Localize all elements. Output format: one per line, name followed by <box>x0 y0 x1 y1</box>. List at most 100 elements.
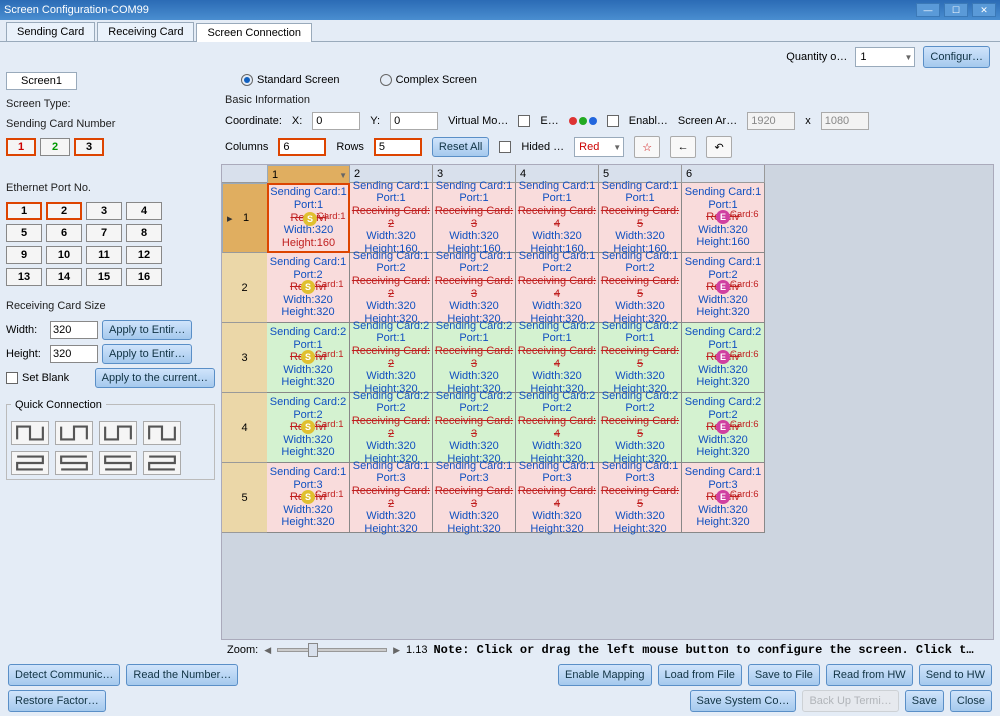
quick-connect-pattern-4[interactable] <box>143 421 181 445</box>
hided-checkbox[interactable] <box>499 141 511 153</box>
grid-cell-r1-c3[interactable]: Sending Card:1Port:1Receiving Card: 3Wid… <box>433 183 516 253</box>
grid-cell-r4-c4[interactable]: Sending Card:2Port:2Receiving Card: 4Wid… <box>516 393 599 463</box>
read-number-button[interactable]: Read the Number… <box>126 664 238 686</box>
grid-cell-r4-c2[interactable]: Sending Card:2Port:2Receiving Card: 2Wid… <box>350 393 433 463</box>
quick-connect-pattern-6[interactable] <box>55 451 93 475</box>
back-arrow-icon[interactable]: ← <box>670 136 696 158</box>
save-to-file-button[interactable]: Save to File <box>748 664 820 686</box>
grid-cell-r2-c6[interactable]: Sending Card:1Port:2ReceivWidth:320Heigh… <box>682 253 765 323</box>
tab-screen-connection[interactable]: Screen Connection <box>196 23 312 42</box>
grid-cell-r5-c4[interactable]: Sending Card:1Port:3Receiving Card: 4Wid… <box>516 463 599 533</box>
reset-all-button[interactable]: Reset All <box>432 137 489 157</box>
port-5[interactable]: 5 <box>6 224 42 242</box>
port-15[interactable]: 15 <box>86 268 122 286</box>
tab-screen1[interactable]: Screen1 <box>6 72 77 90</box>
grid-cell-r3-c5[interactable]: Sending Card:2Port:1Receiving Card: 5Wid… <box>599 323 682 393</box>
close-icon[interactable]: ✕ <box>972 3 996 17</box>
minimize-icon[interactable]: — <box>916 3 940 17</box>
quick-connect-pattern-8[interactable] <box>143 451 181 475</box>
grid-cell-r5-c6[interactable]: Sending Card:1Port:3ReceivWidth:320Heigh… <box>682 463 765 533</box>
configure-button[interactable]: Configur… <box>923 46 990 68</box>
port-11[interactable]: 11 <box>86 246 122 264</box>
grid-cell-r3-c3[interactable]: Sending Card:2Port:1Receiving Card: 3Wid… <box>433 323 516 393</box>
zoom-in-icon[interactable]: ▶ <box>393 645 400 656</box>
rows-input[interactable]: 5 <box>374 138 422 156</box>
grid-cell-r3-c2[interactable]: Sending Card:2Port:1Receiving Card: 2Wid… <box>350 323 433 393</box>
port-10[interactable]: 10 <box>46 246 82 264</box>
zoom-out-icon[interactable]: ◀ <box>264 645 271 656</box>
quick-connect-pattern-7[interactable] <box>99 451 137 475</box>
port-13[interactable]: 13 <box>6 268 42 286</box>
row-header-3[interactable]: 3 <box>222 323 267 393</box>
port-14[interactable]: 14 <box>46 268 82 286</box>
color-select[interactable]: Red <box>574 137 624 157</box>
grid-cell-r2-c1[interactable]: Sending Card:1Port:2ReceiviWidth:320Heig… <box>267 253 350 323</box>
height-input[interactable]: 320 <box>50 345 98 363</box>
port-12[interactable]: 12 <box>126 246 162 264</box>
port-8[interactable]: 8 <box>126 224 162 242</box>
sending-card-1[interactable]: 1 <box>6 138 36 156</box>
grid-cell-r2-c5[interactable]: Sending Card:1Port:2Receiving Card: 5Wid… <box>599 253 682 323</box>
virtual-e-checkbox[interactable] <box>518 115 530 127</box>
connection-grid[interactable]: ▸12345 123456 Sending Card:1Port:1Receiv… <box>221 164 994 640</box>
row-header-4[interactable]: 4 <box>222 393 267 463</box>
grid-cell-r4-c3[interactable]: Sending Card:2Port:2Receiving Card: 3Wid… <box>433 393 516 463</box>
grid-cell-r4-c6[interactable]: Sending Card:2Port:2ReceivWidth:320Heigh… <box>682 393 765 463</box>
maximize-icon[interactable]: ☐ <box>944 3 968 17</box>
port-7[interactable]: 7 <box>86 224 122 242</box>
apply-entire-button-2[interactable]: Apply to Entir… <box>102 344 192 364</box>
port-6[interactable]: 6 <box>46 224 82 242</box>
standard-screen-radio[interactable] <box>241 74 253 86</box>
port-3[interactable]: 3 <box>86 202 122 220</box>
tab-sending-card[interactable]: Sending Card <box>6 22 95 41</box>
enable-checkbox[interactable] <box>607 115 619 127</box>
width-input[interactable]: 320 <box>50 321 98 339</box>
load-from-file-button[interactable]: Load from File <box>658 664 742 686</box>
grid-cell-r3-c1[interactable]: Sending Card:2Port:1ReceiviWidth:320Heig… <box>267 323 350 393</box>
palette-icon[interactable] <box>569 117 597 125</box>
set-blank-checkbox[interactable] <box>6 372 18 384</box>
grid-cell-r2-c3[interactable]: Sending Card:1Port:2Receiving Card: 3Wid… <box>433 253 516 323</box>
zoom-slider[interactable] <box>277 648 387 652</box>
undo-icon[interactable]: ↶ <box>706 136 732 158</box>
sending-card-2[interactable]: 2 <box>40 138 70 156</box>
grid-cell-r4-c5[interactable]: Sending Card:2Port:2Receiving Card: 5Wid… <box>599 393 682 463</box>
close-button[interactable]: Close <box>950 690 992 712</box>
quick-connect-pattern-3[interactable] <box>99 421 137 445</box>
tab-receiving-card[interactable]: Receiving Card <box>97 22 194 41</box>
apply-current-button[interactable]: Apply to the current… <box>95 368 215 388</box>
send-to-hw-button[interactable]: Send to HW <box>919 664 992 686</box>
grid-cell-r3-c4[interactable]: Sending Card:2Port:1Receiving Card: 4Wid… <box>516 323 599 393</box>
save-button[interactable]: Save <box>905 690 944 712</box>
quantity-select[interactable]: 1 <box>855 47 915 67</box>
enable-mapping-button[interactable]: Enable Mapping <box>558 664 652 686</box>
grid-cell-r5-c2[interactable]: Sending Card:1Port:3Receiving Card: 2Wid… <box>350 463 433 533</box>
grid-cell-r1-c2[interactable]: Sending Card:1Port:1Receiving Card: 2Wid… <box>350 183 433 253</box>
port-4[interactable]: 4 <box>126 202 162 220</box>
grid-cell-r2-c2[interactable]: Sending Card:1Port:2Receiving Card: 2Wid… <box>350 253 433 323</box>
detect-communic-button[interactable]: Detect Communic… <box>8 664 120 686</box>
save-system-button[interactable]: Save System Co… <box>690 690 797 712</box>
star-icon[interactable]: ☆ <box>634 136 660 158</box>
grid-cell-r3-c6[interactable]: Sending Card:2Port:1ReceivWidth:320Heigh… <box>682 323 765 393</box>
quick-connect-pattern-5[interactable] <box>11 451 49 475</box>
grid-cell-r5-c1[interactable]: Sending Card:1Port:3ReceiviWidth:320Heig… <box>267 463 350 533</box>
complex-screen-radio[interactable] <box>380 74 392 86</box>
quick-connect-pattern-1[interactable] <box>11 421 49 445</box>
grid-cell-r1-c6[interactable]: Sending Card:1Port:1ReceivWidth:320Heigh… <box>682 183 765 253</box>
port-16[interactable]: 16 <box>126 268 162 286</box>
coord-x-input[interactable]: 0 <box>312 112 360 130</box>
grid-cell-r4-c1[interactable]: Sending Card:2Port:2ReceiviWidth:320Heig… <box>267 393 350 463</box>
port-9[interactable]: 9 <box>6 246 42 264</box>
sending-card-3[interactable]: 3 <box>74 138 104 156</box>
grid-cell-r5-c3[interactable]: Sending Card:1Port:3Receiving Card: 3Wid… <box>433 463 516 533</box>
quick-connect-pattern-2[interactable] <box>55 421 93 445</box>
columns-input[interactable]: 6 <box>278 138 326 156</box>
grid-cell-r2-c4[interactable]: Sending Card:1Port:2Receiving Card: 4Wid… <box>516 253 599 323</box>
grid-cell-r5-c5[interactable]: Sending Card:1Port:3Receiving Card: 5Wid… <box>599 463 682 533</box>
row-header-5[interactable]: 5 <box>222 463 267 533</box>
grid-cell-r1-c4[interactable]: Sending Card:1Port:1Receiving Card: 4Wid… <box>516 183 599 253</box>
read-from-hw-button[interactable]: Read from HW <box>826 664 913 686</box>
port-1[interactable]: 1 <box>6 202 42 220</box>
row-header-2[interactable]: 2 <box>222 253 267 323</box>
